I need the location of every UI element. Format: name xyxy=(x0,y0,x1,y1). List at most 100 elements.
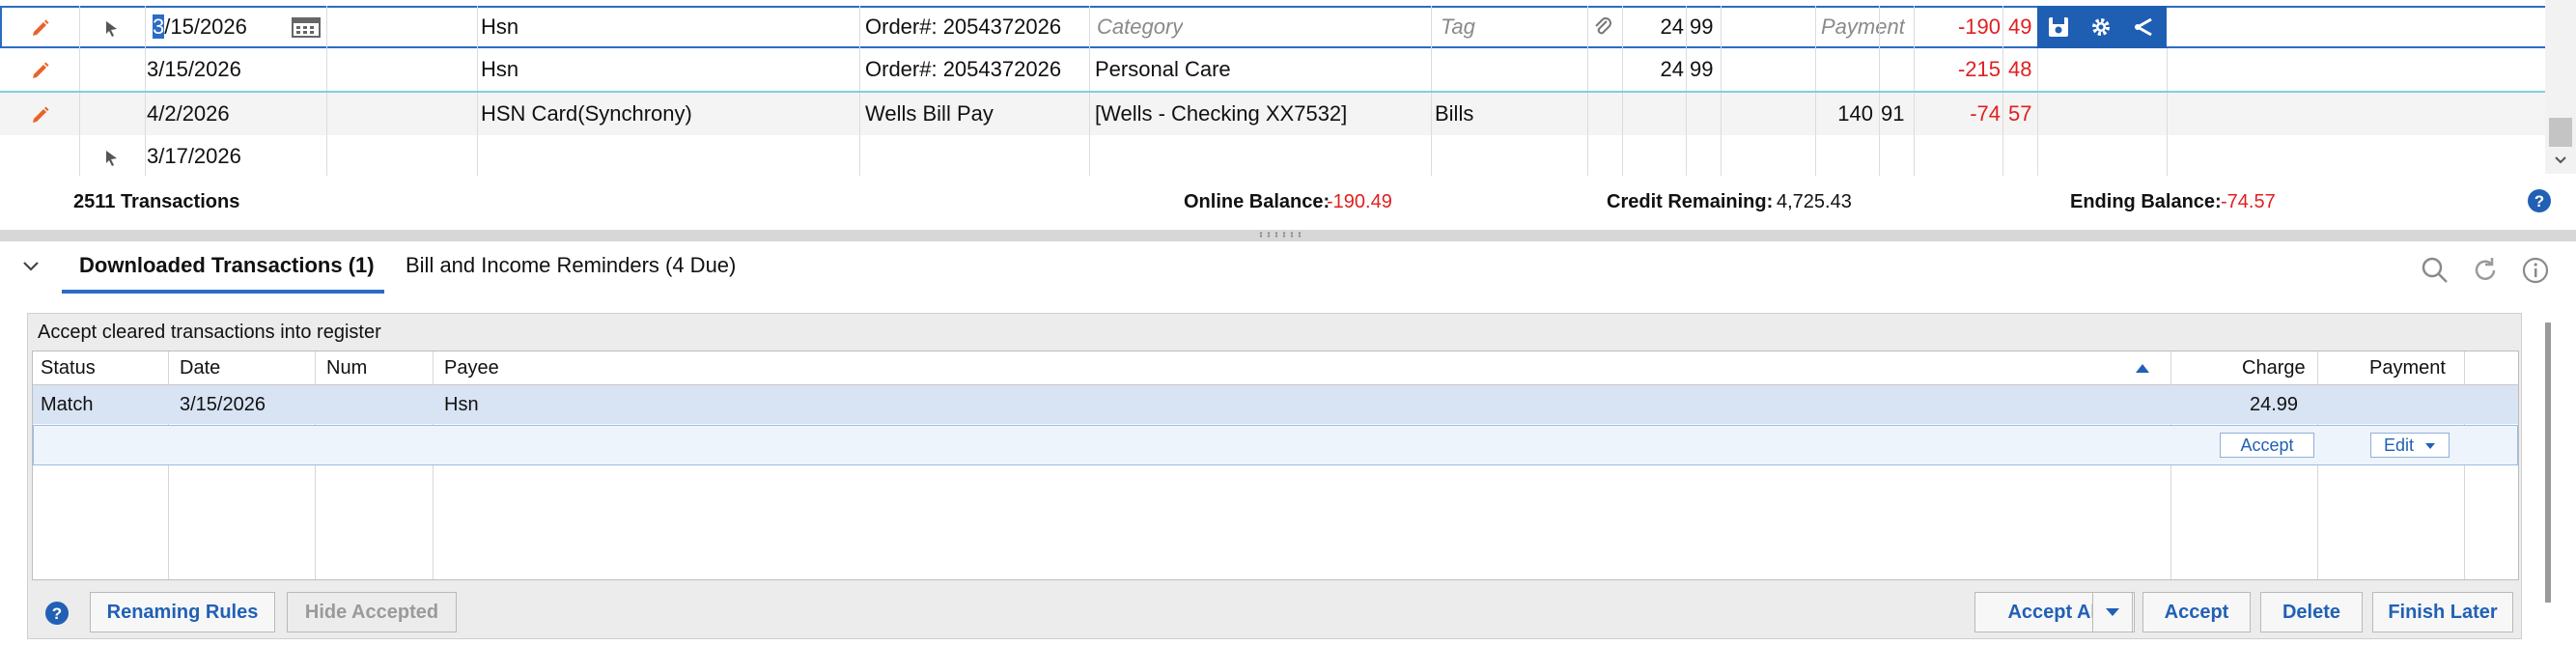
scroll-thumb[interactable] xyxy=(2549,118,2572,147)
chevron-down-icon xyxy=(2106,608,2119,616)
row-date: 3/15/2026 xyxy=(147,57,241,81)
finish-later-button[interactable]: Finish Later xyxy=(2372,592,2513,632)
hide-accepted-button[interactable]: Hide Accepted xyxy=(287,592,457,632)
row-payee: HSN Card(Synchrony) xyxy=(481,101,692,126)
ending-balance-label: Ending Balance: xyxy=(2070,191,2222,212)
charge-cents: 99 xyxy=(1690,57,1714,81)
lower-scrollbar[interactable] xyxy=(2545,323,2551,603)
search-icon[interactable] xyxy=(2420,255,2450,286)
tab-bar: Downloaded Transactions (1) Bill and Inc… xyxy=(0,241,2576,295)
register-row[interactable]: 3/15/2026 Hsn Order#: 2054372026 Persona… xyxy=(0,48,2549,91)
balance-dollars: -74 xyxy=(1970,101,2001,126)
row-category: Personal Care xyxy=(1095,57,1231,81)
save-icon[interactable] xyxy=(2047,15,2070,39)
downloaded-grid: Status Date Num Payee Charge Payment Mat… xyxy=(32,351,2519,580)
ending-balance-value: -74.57 xyxy=(2221,191,2276,212)
register: 3/15/2026 Hsn Order#: 2054372026 Categor… xyxy=(0,0,2576,178)
gear-icon[interactable] xyxy=(2089,15,2113,39)
accept-button[interactable]: Accept xyxy=(2142,592,2251,632)
payee-input[interactable]: Hsn xyxy=(481,6,518,48)
sort-up-icon[interactable] xyxy=(2134,361,2151,375)
row-edit-label: Edit xyxy=(2383,435,2414,455)
cell-payee: Hsn xyxy=(444,394,479,415)
date-rest: /15/2026 xyxy=(164,14,247,39)
balance-cents: 49 xyxy=(2008,14,2032,39)
balance-dollars: -215 xyxy=(1957,57,2001,81)
credit-remaining-value: 4,725.43 xyxy=(1777,191,1852,212)
charge-dollars[interactable]: 24 xyxy=(1649,6,1684,48)
row-payee: Hsn xyxy=(481,57,519,81)
panel-caption: Accept cleared transactions into registe… xyxy=(38,322,381,343)
svg-text:?: ? xyxy=(2534,192,2544,211)
col-date[interactable]: Date xyxy=(180,357,220,379)
pencil-icon[interactable] xyxy=(31,17,50,37)
payment-input[interactable]: Payment xyxy=(1821,6,1905,48)
register-summary: 2511 Transactions Online Balance: -190.4… xyxy=(0,176,2576,230)
register-new-row[interactable]: 3/17/2026 xyxy=(0,135,2549,178)
row-action-strip: Accept Edit xyxy=(33,425,2518,465)
register-edit-row[interactable]: 3/15/2026 Hsn Order#: 2054372026 Categor… xyxy=(0,6,2549,48)
calendar-icon[interactable] xyxy=(290,15,322,39)
row-edit-button[interactable]: Edit xyxy=(2370,433,2450,458)
memo-input[interactable]: Order#: 2054372026 xyxy=(865,6,1061,48)
date-input[interactable]: 3/15/2026 xyxy=(153,6,247,48)
register-row[interactable]: 4/2/2026 HSN Card(Synchrony) Wells Bill … xyxy=(0,93,2549,135)
col-status[interactable]: Status xyxy=(41,357,96,379)
credit-remaining-label: Credit Remaining: xyxy=(1607,191,1774,212)
share-icon[interactable] xyxy=(2132,15,2155,39)
tab-bill-reminders[interactable]: Bill and Income Reminders (4 Due) xyxy=(406,253,736,278)
chevron-down-icon[interactable] xyxy=(2553,153,2568,168)
tab-downloaded-transactions[interactable]: Downloaded Transactions (1) xyxy=(79,253,375,278)
pencil-icon[interactable] xyxy=(31,60,50,79)
col-payee[interactable]: Payee xyxy=(444,357,499,379)
online-balance-label: Online Balance: xyxy=(1184,191,1330,212)
charge-cents[interactable]: 99 xyxy=(1690,6,1713,48)
info-icon[interactable] xyxy=(2520,255,2551,286)
row-tag: Bills xyxy=(1435,101,1474,126)
col-num[interactable]: Num xyxy=(326,357,367,379)
row-accept-button[interactable]: Accept xyxy=(2220,433,2314,458)
transaction-count: 2511 Transactions xyxy=(73,191,240,212)
paperclip-icon[interactable] xyxy=(1591,15,1614,39)
flag-icon[interactable] xyxy=(102,149,122,168)
register-scrollbar[interactable] xyxy=(2545,0,2576,174)
col-payment[interactable]: Payment xyxy=(2369,357,2446,379)
charge-dollars: 24 xyxy=(1660,57,1684,81)
splitter-grip-icon[interactable] xyxy=(1257,232,1307,238)
help-icon[interactable]: ? xyxy=(2526,187,2553,214)
category-input[interactable]: Category xyxy=(1097,6,1183,48)
balance-dollars: -190 xyxy=(1957,14,2001,39)
row-date: 4/2/2026 xyxy=(147,101,230,126)
row-memo: Wells Bill Pay xyxy=(865,101,994,126)
pencil-icon[interactable] xyxy=(31,104,50,124)
chevron-down-icon xyxy=(2425,443,2436,450)
action-bar: ? Renaming Rules Hide Accepted Accept Al… xyxy=(32,586,2517,634)
payment-dollars: 140 xyxy=(1837,101,1873,126)
balance-cents: 57 xyxy=(2008,101,2032,126)
tag-input[interactable]: Tag xyxy=(1441,6,1475,48)
delete-button[interactable]: Delete xyxy=(2260,592,2363,632)
cell-status: Match xyxy=(41,394,94,415)
row-category: [Wells - Checking XX7532] xyxy=(1095,101,1348,126)
renaming-rules-button[interactable]: Renaming Rules xyxy=(90,592,275,632)
col-charge[interactable]: Charge xyxy=(2242,357,2306,379)
collapse-chevron-icon[interactable] xyxy=(21,259,41,274)
flag-icon[interactable] xyxy=(102,19,122,39)
grid-header: Status Date Num Payee Charge Payment xyxy=(33,351,2518,385)
downloaded-transactions-panel: Accept cleared transactions into registe… xyxy=(27,313,2522,639)
active-tab-indicator xyxy=(62,290,384,294)
refresh-icon[interactable] xyxy=(2470,255,2501,286)
help-icon[interactable]: ? xyxy=(43,600,70,627)
online-balance-value: -190.49 xyxy=(1327,191,1392,212)
cell-date: 3/15/2026 xyxy=(180,394,266,415)
table-row[interactable]: Match 3/15/2026 Hsn 24.99 xyxy=(33,385,2518,424)
accept-all-dropdown[interactable] xyxy=(2092,592,2133,632)
payment-cents: 91 xyxy=(1881,101,1905,126)
row-memo: Order#: 2054372026 xyxy=(865,57,1062,81)
cell-charge: 24.99 xyxy=(2250,394,2299,415)
row-actions xyxy=(2037,6,2167,48)
lower-pane: Downloaded Transactions (1) Bill and Inc… xyxy=(0,241,2576,646)
balance-cents: 48 xyxy=(2008,57,2032,81)
row-date[interactable]: 3/17/2026 xyxy=(147,135,241,178)
svg-text:?: ? xyxy=(52,604,62,623)
